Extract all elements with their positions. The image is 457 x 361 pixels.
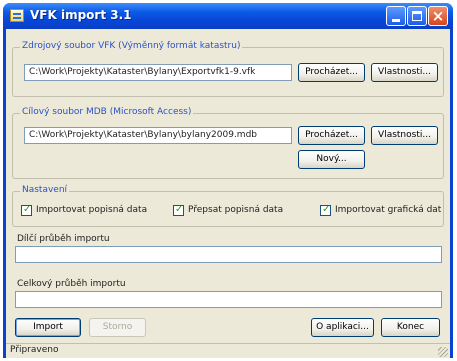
import-button[interactable]: Import [15, 318, 81, 337]
total-progress-label: Celkový průběh importu [17, 279, 126, 289]
overwrite-descriptive-label: Přepsat popisná data [188, 205, 284, 215]
source-path-field[interactable]: C:\Work\Projekty\Kataster\Bylany\Exportv… [24, 64, 292, 81]
minimize-button[interactable] [386, 6, 406, 26]
settings-group-label: Nastavení [20, 185, 70, 195]
import-graphic-label: Importovat grafická dat [335, 205, 442, 215]
target-browse-button[interactable]: Procházet... [298, 126, 365, 145]
app-window: VFK import 3.1 × Zdrojový soubor VFK (Vý… [3, 3, 453, 358]
import-descriptive-label: Importovat popisná data [36, 205, 148, 215]
source-group-label: Zdrojový soubor VFK (Výměnný formát kata… [20, 41, 243, 51]
minimize-icon [392, 19, 400, 22]
window-title: VFK import 3.1 [30, 8, 132, 22]
overwrite-descriptive-option[interactable]: ✓ Přepsat popisná data [173, 204, 303, 219]
import-descriptive-checkbox[interactable]: ✓ [21, 204, 32, 216]
dialog-body: Zdrojový soubor VFK (Výměnný formát kata… [6, 29, 450, 358]
check-icon: ✓ [175, 204, 184, 215]
about-button[interactable]: O aplikaci... [311, 318, 374, 337]
check-icon: ✓ [322, 204, 331, 215]
source-properties-button[interactable]: Vlastnosti... [371, 63, 438, 82]
partial-progress-bar [15, 246, 442, 263]
status-bar: Připraveno [6, 343, 450, 358]
status-text: Připraveno [10, 345, 59, 355]
title-bar[interactable]: VFK import 3.1 × [3, 3, 453, 29]
maximize-icon [412, 11, 422, 21]
target-group-label: Cílový soubor MDB (Microsoft Access) [20, 107, 194, 117]
target-new-button[interactable]: Nový... [298, 150, 365, 169]
partial-progress-label: Dílčí průběh importu [17, 234, 110, 244]
import-graphic-option[interactable]: ✓ Importovat grafická dat [320, 204, 442, 219]
overwrite-descriptive-checkbox[interactable]: ✓ [173, 204, 184, 216]
target-properties-button[interactable]: Vlastnosti... [371, 126, 438, 145]
check-icon: ✓ [23, 204, 32, 215]
exit-button[interactable]: Konec [381, 318, 440, 337]
target-file-group: Cílový soubor MDB (Microsoft Access) C:\… [12, 107, 444, 179]
source-browse-button[interactable]: Procházet... [298, 63, 365, 82]
target-path-field[interactable]: C:\Work\Projekty\Kataster\Bylany\bylany2… [24, 127, 292, 144]
close-icon: × [431, 7, 445, 25]
import-descriptive-option[interactable]: ✓ Importovat popisná data [21, 204, 171, 219]
import-graphic-checkbox[interactable]: ✓ [320, 204, 331, 216]
total-progress-bar [15, 291, 442, 308]
resize-grip-icon[interactable] [438, 347, 448, 357]
settings-group: Nastavení ✓ Importovat popisná data ✓ Př… [12, 185, 444, 227]
maximize-button[interactable] [407, 6, 427, 26]
close-button[interactable]: × [428, 6, 448, 26]
app-icon [10, 9, 24, 22]
stop-button[interactable]: Storno [89, 318, 146, 337]
source-file-group: Zdrojový soubor VFK (Výměnný formát kata… [12, 41, 444, 97]
